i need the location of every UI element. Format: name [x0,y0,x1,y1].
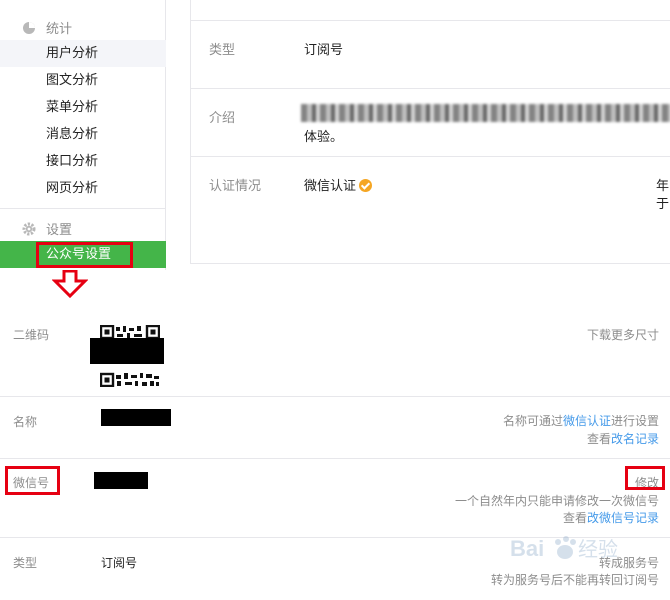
note-text: 进行设置 [610,414,659,428]
type-note: 转为服务号后不能再转回订阅号 [490,573,659,587]
sidebar-item-label: 接口分析 [46,154,99,169]
note-text: 名称可通过 [502,414,563,428]
sidebar-item-menu-analysis[interactable]: 菜单分析 [0,94,166,121]
wechat-id-record: 查看改微信号记录 [563,509,659,526]
pie-chart-icon [23,21,35,34]
sidebar-heading-label: 统计 [46,22,73,37]
sidebar-heading-settings: 设置 [22,219,72,238]
row-label: 介绍 [209,111,236,126]
row-label: 认证情况 [209,179,262,194]
row-value: 体验。 [304,130,344,145]
sidebar-item-api-analysis[interactable]: 接口分析 [0,148,166,175]
rename-record: 查看改名记录 [587,430,659,447]
name-note: 名称可通过微信认证进行设置 [503,412,659,429]
info-row-intro: 介绍 体验。 [191,88,670,156]
sidebar-item-label: 图文分析 [46,73,99,88]
highlight-box [36,242,133,268]
highlight-box [5,466,60,495]
truncated-text: 于 [655,197,669,212]
sidebar-item-label: 用户分析 [46,46,99,61]
row-label: 类型 [13,556,38,570]
row-value: 订阅号 [101,556,138,570]
verification-status: 微信认证 [304,179,357,194]
row-label: 类型 [209,43,236,58]
settings-row-name: 名称 名称可通过微信认证进行设置 查看改名记录 [0,397,670,459]
convert-to-service-link[interactable]: 转成服务号 [599,554,659,571]
verified-check-icon [359,179,373,192]
wechat-id-note: 一个自然年内只能申请修改一次微信号 [454,494,659,508]
redaction-block [90,338,164,364]
sidebar: 统计 用户分析 图文分析 菜单分析 消息分析 接口分析 网页分析 设置 公众号设… [0,0,166,270]
rename-record-link[interactable]: 改名记录 [611,432,659,446]
account-settings-screenshot: 二维码 下载更多尺寸 名称 名称可通过微信认证进行设置 查看改名记录 微信号 修… [0,300,670,600]
wechat-verify-link[interactable]: 微信认证 [563,414,611,428]
sidebar-item-label: 消息分析 [46,127,99,142]
sidebar-item-label: 网页分析 [46,181,99,196]
highlight-box [625,466,665,490]
row-value: 订阅号 [304,43,344,58]
wechat-id-record-link[interactable]: 改微信号记录 [587,511,659,525]
gear-icon [22,222,36,235]
arrow-down-icon [52,270,88,298]
redacted-wechat-id [94,472,148,489]
sidebar-item-label: 菜单分析 [46,100,99,115]
backend-screenshot: 统计 用户分析 图文分析 菜单分析 消息分析 接口分析 网页分析 设置 公众号设… [0,0,670,292]
row-value: 微信认证 [304,175,373,194]
sidebar-item-user-analysis[interactable]: 用户分析 [0,40,166,67]
row-label: 名称 [13,415,38,429]
redacted-intro-text [301,104,670,122]
sidebar-heading-label: 设置 [46,223,73,238]
info-row-verification: 认证情况 微信认证 年 于 [191,156,670,264]
redacted-account-name [101,409,171,426]
note-text: 查看 [586,432,611,446]
row-label: 二维码 [13,328,50,342]
settings-row-qrcode: 二维码 下载更多尺寸 [0,300,670,397]
note-text: 查看 [562,511,587,525]
sidebar-item-article-analysis[interactable]: 图文分析 [0,67,166,94]
download-qrcode-link[interactable]: 下载更多尺寸 [587,326,659,343]
info-row-type: 类型 订阅号 [191,20,670,88]
sidebar-heading-stats: 统计 [22,18,72,37]
truncated-text: 年 [655,179,669,194]
sidebar-item-web-analysis[interactable]: 网页分析 [0,175,166,202]
account-info-panel: 类型 订阅号 介绍 体验。 认证情况 微信认证 年 于 [190,0,670,264]
sidebar-item-message-analysis[interactable]: 消息分析 [0,121,166,148]
settings-row-wechat-id: 微信号 修改 一个自然年内只能申请修改一次微信号 查看改微信号记录 [0,459,670,538]
settings-row-type: 类型 订阅号 转成服务号 转为服务号后不能再转回订阅号 [0,538,670,600]
sidebar-divider [0,208,166,209]
